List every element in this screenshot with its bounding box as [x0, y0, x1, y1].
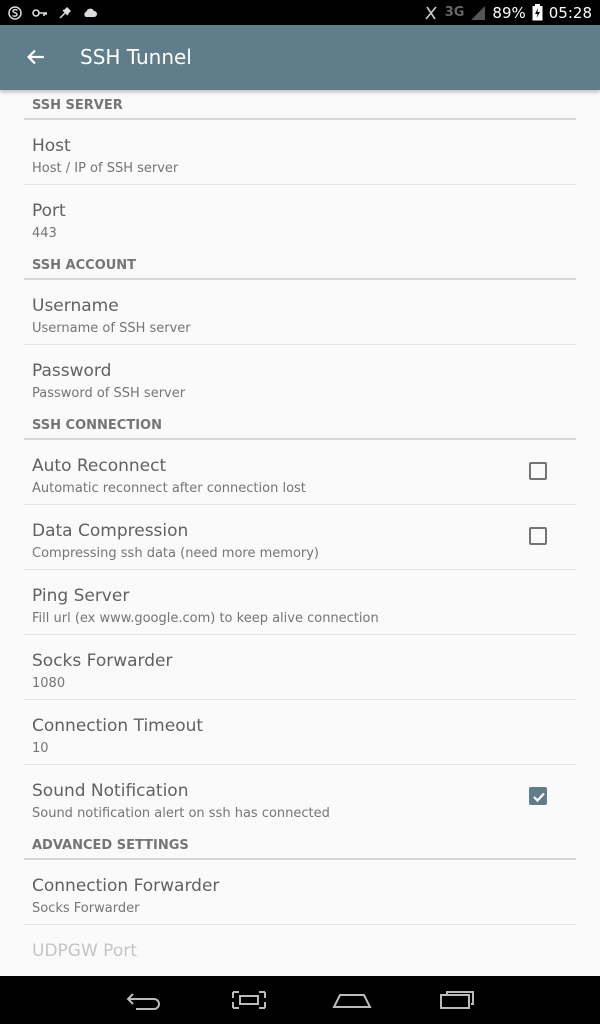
pref-summary: Automatic reconnect after connection los… — [32, 481, 306, 496]
pref-ping-server[interactable]: Ping Server Fill url (ex www.google.com)… — [24, 570, 576, 635]
pref-socks-forwarder[interactable]: Socks Forwarder 1080 — [24, 635, 576, 700]
satellite-icon — [59, 6, 72, 19]
data-compression-checkbox[interactable] — [529, 527, 547, 545]
pref-title: Connection Timeout — [32, 716, 204, 736]
settings-list[interactable]: SSH SERVER Host Host / IP of SSH server … — [0, 90, 600, 976]
auto-reconnect-checkbox[interactable] — [529, 462, 547, 480]
nav-screenshot-button[interactable] — [209, 976, 289, 1024]
pref-summary: 1080 — [32, 676, 66, 691]
sound-notification-checkbox[interactable] — [529, 787, 547, 805]
pref-title: Password — [32, 361, 112, 381]
pref-title: Username — [32, 296, 119, 316]
pref-connection-forwarder[interactable]: Connection Forwarder Socks Forwarder — [24, 860, 576, 925]
pref-title: Sound Notification — [32, 781, 189, 801]
category-ssh-server: SSH SERVER — [24, 90, 576, 120]
pref-port[interactable]: Port 443 — [24, 185, 576, 250]
shield-s-icon — [8, 5, 22, 20]
pref-title: Port — [32, 201, 66, 221]
pref-title: Host — [32, 136, 71, 156]
back-icon — [126, 993, 160, 1010]
pref-data-compression[interactable]: Data Compression Compressing ssh data (n… — [24, 505, 576, 570]
system-indicators: 3G 89% 05:28 — [423, 0, 592, 25]
network-type: 3G — [444, 5, 465, 20]
pref-sound-notification[interactable]: Sound Notification Sound notification al… — [24, 765, 576, 830]
pref-summary: Password of SSH server — [32, 386, 186, 401]
category-header: ADVANCED SETTINGS — [32, 838, 189, 853]
home-icon — [332, 994, 372, 1008]
pref-host[interactable]: Host Host / IP of SSH server — [24, 120, 576, 185]
page-title: SSH Tunnel — [80, 45, 192, 69]
pref-title: Ping Server — [32, 586, 130, 606]
pref-title: UDPGW Port — [32, 941, 137, 961]
pref-summary: 10 — [32, 741, 49, 756]
nav-back-button[interactable] — [104, 976, 184, 1024]
check-icon — [533, 792, 545, 803]
nav-home-button[interactable] — [312, 976, 392, 1024]
clock: 05:28 — [548, 3, 592, 22]
category-header: SSH CONNECTION — [32, 418, 162, 433]
nav-recents-button[interactable] — [417, 976, 497, 1024]
key-icon — [32, 8, 47, 17]
pref-connection-timeout[interactable]: Connection Timeout 10 — [24, 700, 576, 765]
category-header: SSH ACCOUNT — [32, 258, 137, 273]
category-ssh-account: SSH ACCOUNT — [24, 250, 576, 280]
signal-off-icon — [425, 5, 437, 20]
signal-icon — [471, 5, 486, 20]
cloud-icon — [84, 8, 97, 17]
pref-summary: Fill url (ex www.google.com) to keep ali… — [32, 611, 379, 626]
arrow-back-icon — [27, 49, 44, 65]
pref-summary: Sound notification alert on ssh has conn… — [32, 806, 330, 821]
pref-summary: 443 — [32, 226, 57, 241]
pref-summary: Host / IP of SSH server — [32, 161, 179, 176]
pref-title: Connection Forwarder — [32, 876, 220, 896]
pref-title: Socks Forwarder — [32, 651, 173, 671]
pref-title: Auto Reconnect — [32, 456, 167, 476]
notification-icons — [8, 4, 98, 21]
app-bar: SSH Tunnel — [0, 25, 600, 90]
status-bar: 3G 89% 05:28 — [0, 0, 600, 25]
pref-summary: Socks Forwarder — [32, 901, 140, 916]
pref-udpgw-port: UDPGW Port — [24, 925, 576, 976]
screenshot-icon — [232, 991, 266, 1009]
battery-percent: 89% — [492, 3, 526, 22]
pref-summary: Username of SSH server — [32, 321, 191, 336]
category-ssh-connection: SSH CONNECTION — [24, 410, 576, 440]
pref-password[interactable]: Password Password of SSH server — [24, 345, 576, 410]
recents-icon — [440, 991, 474, 1009]
category-header: SSH SERVER — [32, 98, 123, 113]
pref-auto-reconnect[interactable]: Auto Reconnect Automatic reconnect after… — [24, 440, 576, 505]
pref-username[interactable]: Username Username of SSH server — [24, 280, 576, 345]
pref-summary: Compressing ssh data (need more memory) — [32, 546, 320, 561]
navigation-bar — [0, 976, 600, 1024]
back-button[interactable] — [18, 39, 54, 75]
category-advanced-settings: ADVANCED SETTINGS — [24, 830, 576, 860]
battery-charging-icon — [532, 4, 543, 21]
pref-title: Data Compression — [32, 521, 189, 541]
